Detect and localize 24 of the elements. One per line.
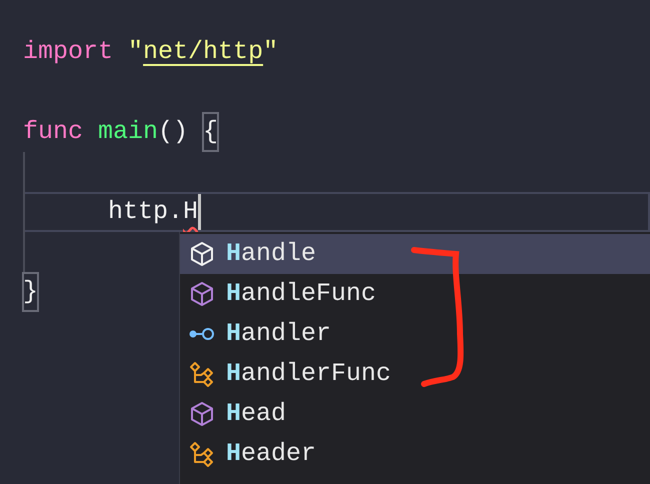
suggestion-item[interactable]: Handler xyxy=(180,314,650,354)
suggestion-item[interactable]: HandlerFunc xyxy=(180,354,650,394)
hierarchy-icon xyxy=(189,441,215,467)
hierarchy-icon xyxy=(189,361,215,387)
cube-icon xyxy=(189,241,215,267)
suggestion-item[interactable]: Header xyxy=(180,434,650,474)
suggestion-item[interactable]: Head xyxy=(180,394,650,434)
bracket-text: { xyxy=(203,113,218,151)
keyword-text: func xyxy=(23,116,84,148)
string-quote: " xyxy=(128,36,144,68)
code-text: http. xyxy=(107,196,184,228)
string-quote: " xyxy=(263,36,278,68)
interface-icon xyxy=(189,327,215,341)
function-name: main xyxy=(98,116,158,148)
keyword-text: import xyxy=(23,36,114,68)
cube-icon xyxy=(189,401,215,427)
cube-icon xyxy=(189,281,215,307)
code-text: () xyxy=(158,116,190,148)
suggestion-item[interactable]: Handle xyxy=(180,234,650,274)
error-text: H xyxy=(183,196,198,228)
import-path-link[interactable]: net/http xyxy=(143,33,264,71)
suggestion-item[interactable]: HandleFunc xyxy=(180,274,650,314)
text-cursor xyxy=(198,194,202,230)
bracket-text: } xyxy=(23,273,38,311)
